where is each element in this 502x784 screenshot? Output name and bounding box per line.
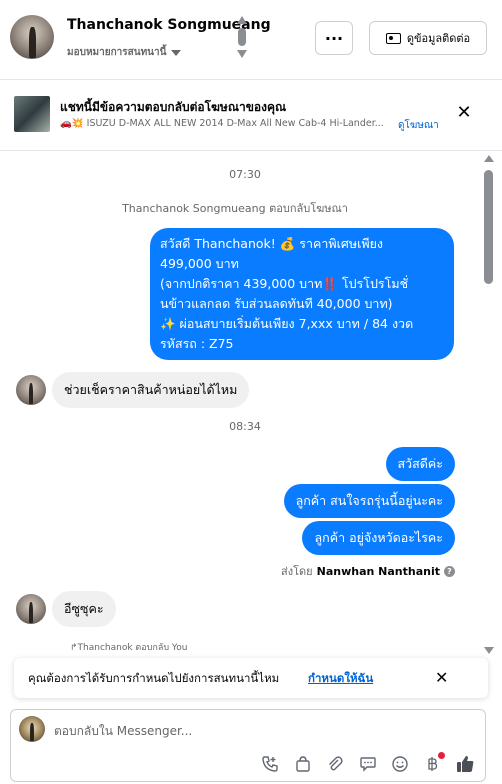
caret-down-icon [171,49,182,56]
thread-scrollbar[interactable] [482,152,496,657]
assign-suggestion-text: คุณต้องการได้รับการกำหนดไปยังการสนทนานี้… [28,671,280,685]
ad-thumbnail[interactable] [14,96,50,132]
ad-banner-title: แชทนี้มีข้อความตอบกลับต่อโฆษณาของคุณ [60,100,287,114]
message-line: นข้าวแลกลด รับส่วนลดทันที 40,000 บาท) [160,296,393,311]
outgoing-message[interactable]: ลูกค้า สนใจรถรุ่นนี้อยู่นะคะ [283,484,455,518]
arrow-down-icon[interactable] [237,50,247,58]
sent-by-name: Nanwhan Nanthanit [316,564,440,578]
phone-plus-icon[interactable] [260,754,280,774]
reply-input[interactable]: ตอบกลับใน Messenger... [54,722,192,741]
message-line: ✨ ผ่อนสบายเริ่มต้นเพียง 7,xxx บาท / 84 ง… [160,316,414,331]
reply-composer[interactable] [10,709,486,782]
contact-card-icon [385,32,401,44]
assign-to-me-link[interactable]: กำหนดให้ฉัน [308,670,373,688]
shopping-bag-icon[interactable] [293,754,313,774]
reply-indicator: ↱Thanchanok ตอบกลับ You [70,643,188,653]
system-message: Thanchanok Songmueang ตอบกลับโฆษณา [122,202,348,215]
message-line: สวัสดี Thanchanok! 💰 ราคาพิเศษเพียง [160,236,384,251]
message-line: (จากปกติราคา 439,000 บาท‼️ โปรโปรโมชั่ [160,276,409,291]
outgoing-message[interactable]: ลูกค้า อยู่จังหวัดอะไรคะ [302,521,455,555]
outgoing-message[interactable]: สวัสดีค่ะ [385,447,455,481]
incoming-message[interactable]: ช่วยเช็คราคาสินค้าหน่อยได้ไหม [52,372,250,408]
close-icon[interactable]: ✕ [435,669,448,687]
view-contact-button[interactable]: ดูข้อมูลติดต่อ [369,21,487,55]
ellipsis-icon: ··· [324,28,344,48]
scroll-thumb[interactable] [238,28,246,46]
view-contact-label: ดูข้อมูลติดต่อ [406,32,471,45]
arrow-up-icon[interactable] [484,155,494,162]
sender-avatar[interactable] [16,375,46,405]
message-line: รหัสรถ : Z75 [160,336,234,351]
ad-description: 🚗💥 ISUZU D-MAX ALL NEW 2014 D-Max All Ne… [60,118,384,129]
paperclip-icon[interactable] [325,754,345,774]
sent-by-label: ส่งโดย Nanwhan Nanthanit ? [281,562,455,580]
sender-avatar[interactable] [16,594,46,624]
assign-label: มอบหมายการสนทนานี้ [67,47,167,58]
page-avatar [19,716,45,742]
arrow-up-icon[interactable] [237,16,247,24]
sent-by-prefix: ส่งโดย [281,565,313,578]
timestamp: 07:30 [229,168,261,181]
timestamp: 08:34 [229,420,261,433]
notification-dot [438,752,445,759]
contact-avatar[interactable] [10,15,54,59]
emoji-icon[interactable] [390,754,410,774]
info-icon[interactable]: ? [444,565,455,577]
outgoing-ad-message[interactable]: สวัสดี Thanchanok! 💰 ราคาพิเศษเพียง 499,… [150,228,454,360]
thumbs-up-icon[interactable] [455,754,475,774]
chat-bubble-icon[interactable] [358,754,378,774]
incoming-message[interactable]: อีซูซุคะ [52,591,116,627]
arrow-down-icon[interactable] [484,647,494,654]
scroll-thumb[interactable] [484,170,493,284]
assign-dropdown[interactable]: มอบหมายการสนทนานี้ [67,45,182,60]
header-scroll-control[interactable] [237,16,247,60]
more-options-button[interactable]: ··· [315,21,353,55]
message-line: 499,000 บาท [160,256,239,271]
view-ad-link[interactable]: ดูโฆษณา [398,118,439,133]
close-icon[interactable]: ✕ [455,104,473,122]
